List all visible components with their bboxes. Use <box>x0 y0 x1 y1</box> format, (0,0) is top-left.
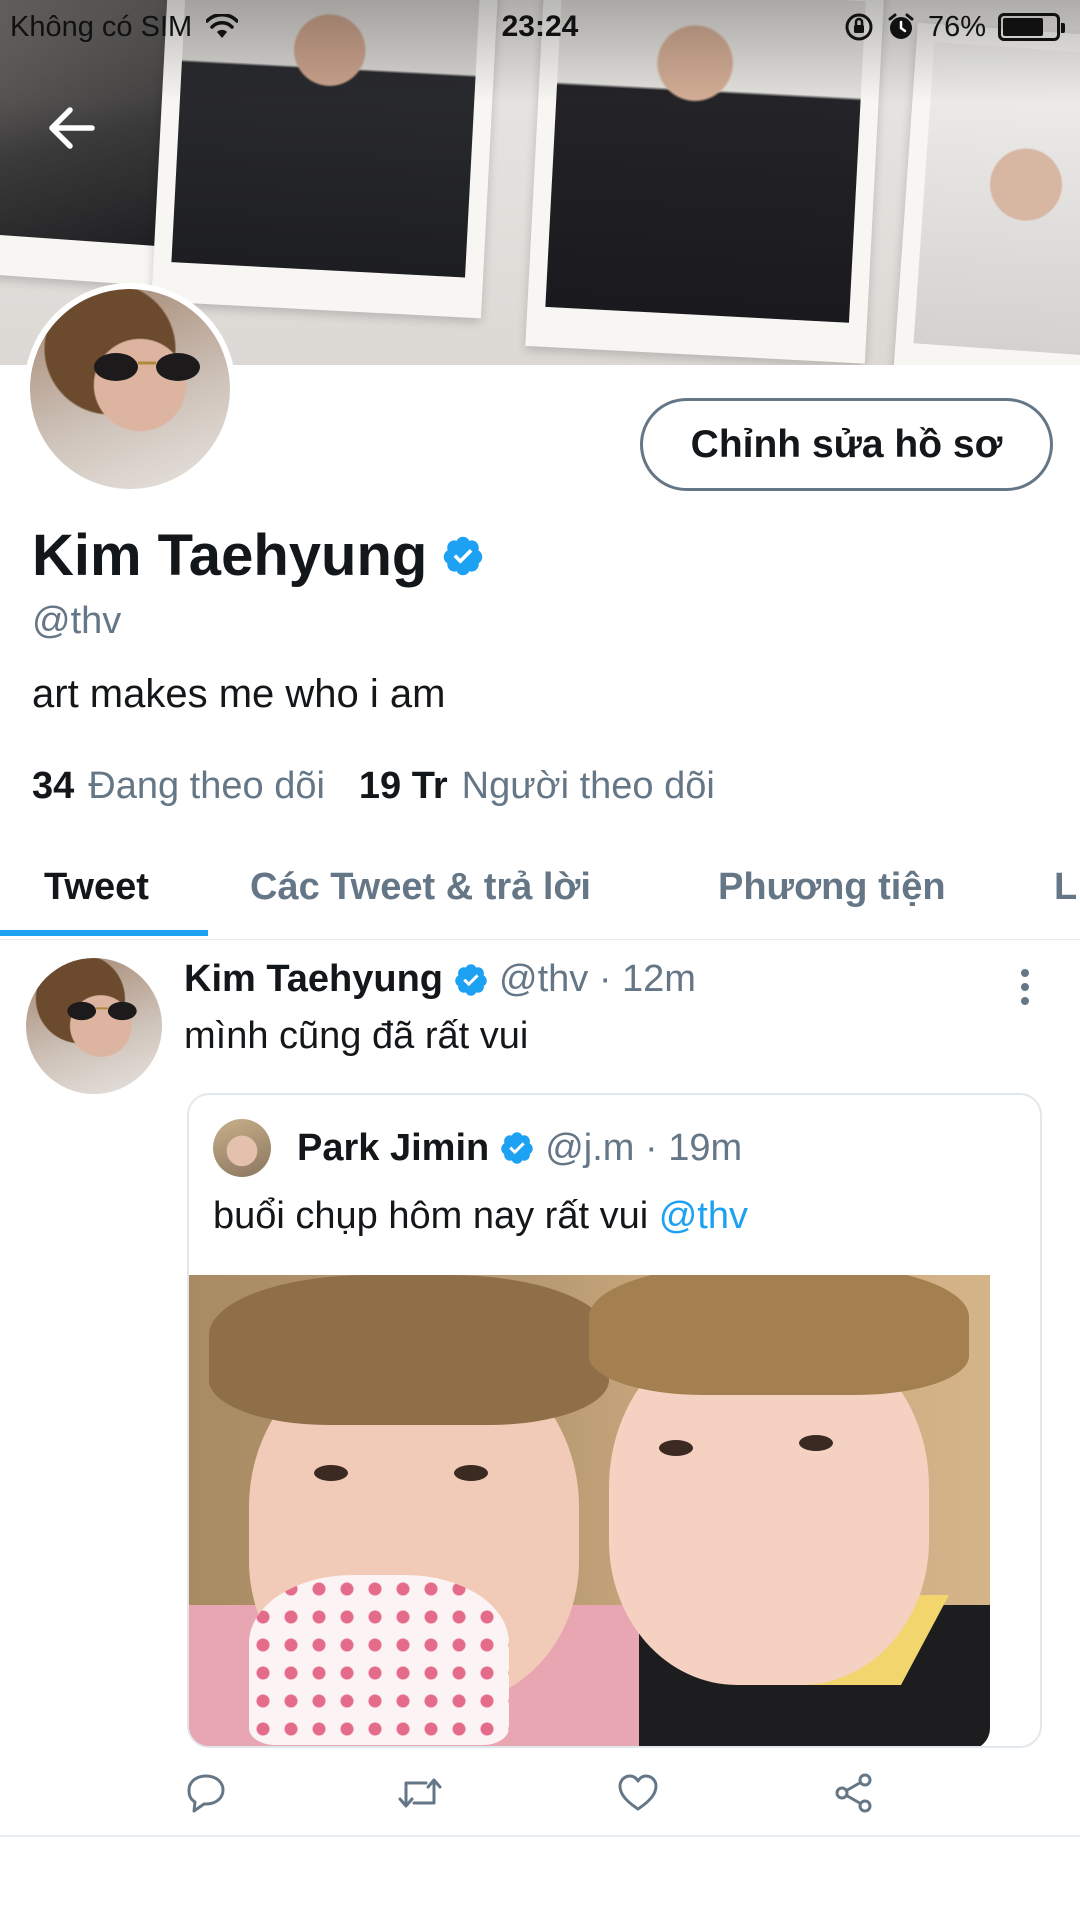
tab-tweets[interactable]: Tweet <box>44 835 149 940</box>
retweet-button[interactable] <box>392 1765 448 1821</box>
rotation-lock-icon <box>845 13 873 41</box>
verified-badge-icon <box>455 963 487 996</box>
profile-tabs: Tweet Các Tweet & trả lời Phương tiện L <box>0 835 1080 940</box>
quote-author-name: Park Jimin <box>297 1126 490 1169</box>
quoted-tweet[interactable]: Park Jimin @j.m · 19m buổi chụp hôm nay … <box>187 1093 1042 1748</box>
tweet-avatar[interactable] <box>26 958 162 1094</box>
share-button[interactable] <box>826 1765 882 1821</box>
like-icon <box>618 1774 658 1811</box>
tweet-divider <box>0 1835 1080 1837</box>
profile-avatar[interactable] <box>24 283 236 495</box>
followers-label[interactable]: Người theo dõi <box>462 765 715 808</box>
edit-profile-button[interactable]: Chỉnh sửa hồ sơ <box>640 398 1053 491</box>
following-count[interactable]: 34 <box>32 765 74 808</box>
profile-handle: @thv <box>32 600 122 642</box>
tab-media[interactable]: Phương tiện <box>718 835 946 940</box>
quote-mention-link[interactable]: @thv <box>659 1195 748 1237</box>
profile-bio: art makes me who i am <box>32 672 446 716</box>
back-button[interactable] <box>36 92 108 164</box>
follow-stats: 34 Đang theo dõi 19 Tr Người theo dõi <box>32 765 749 808</box>
quote-text-body: buổi chụp hôm nay rất vui <box>213 1195 659 1237</box>
sunglasses-graphic <box>67 1001 137 1021</box>
quote-header: Park Jimin @j.m · 19m <box>297 1119 742 1177</box>
tab-tweets-replies[interactable]: Các Tweet & trả lời <box>250 835 591 940</box>
tweet-actions <box>0 1765 1080 1825</box>
tweet-meta: @thv · 12m <box>499 958 696 1000</box>
quote-photo[interactable] <box>189 1275 990 1746</box>
active-tab-indicator <box>0 930 208 936</box>
battery-icon <box>998 13 1065 41</box>
profile-name-text: Kim Taehyung <box>32 523 428 588</box>
more-options-icon[interactable] <box>1010 965 1040 1009</box>
tweet-header: Kim Taehyung @thv · 12m <box>184 958 696 1001</box>
alarm-icon <box>888 13 914 39</box>
profile-name: Kim Taehyung <box>32 522 485 589</box>
verified-badge-icon <box>501 1132 533 1164</box>
share-icon <box>835 1773 872 1813</box>
carrier-label: Không có SIM <box>10 10 193 43</box>
following-label[interactable]: Đang theo dõi <box>88 765 325 808</box>
quote-avatar <box>213 1119 271 1177</box>
reply-button[interactable] <box>178 1765 234 1821</box>
verified-badge-icon <box>444 536 483 575</box>
reply-icon <box>187 1774 225 1813</box>
tweet-author-name[interactable]: Kim Taehyung <box>184 958 443 1001</box>
quote-meta: @j.m · 19m <box>545 1126 743 1169</box>
sunglasses-graphic <box>94 353 200 381</box>
quote-text: buổi chụp hôm nay rất vui @thv <box>213 1195 748 1238</box>
retweet-icon <box>398 1778 442 1808</box>
tab-likes[interactable]: L <box>1054 835 1077 940</box>
like-button[interactable] <box>610 1765 666 1821</box>
battery-percent: 76% <box>927 10 986 43</box>
status-bar: Không có SIM 23:24 76% <box>0 0 1080 54</box>
wifi-icon <box>206 14 239 38</box>
tweet-text: mình cũng đã rất vui <box>184 1015 529 1057</box>
back-arrow-icon <box>49 107 95 149</box>
followers-count[interactable]: 19 Tr <box>359 765 448 808</box>
